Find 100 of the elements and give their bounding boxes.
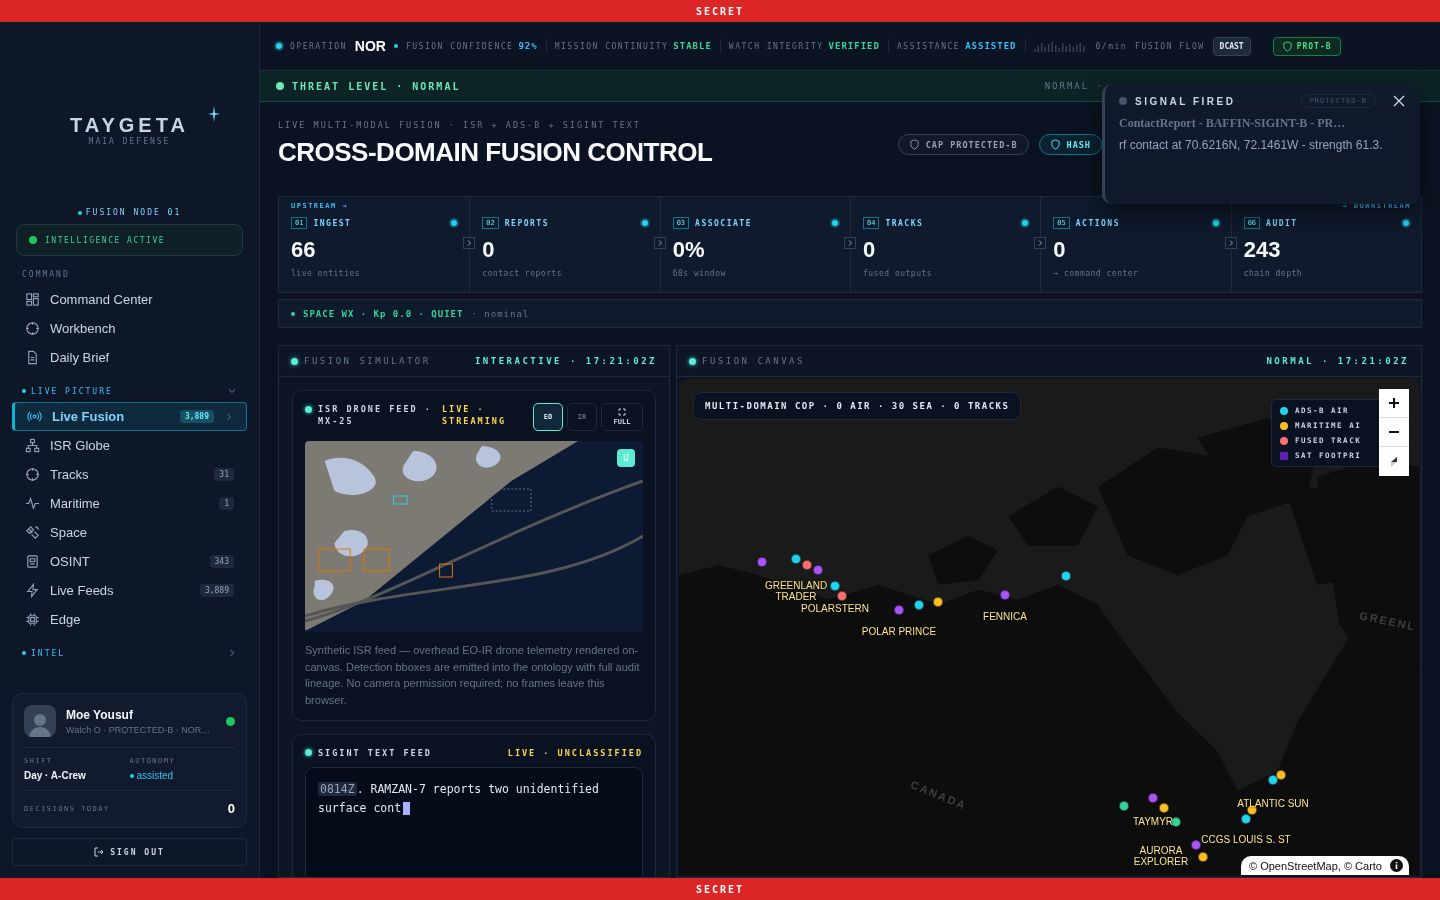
card-status: LIVE · UNCLASSIFIED	[507, 747, 643, 759]
map-marker[interactable]	[1171, 817, 1181, 827]
logo-wordmark: TAYGETA	[70, 114, 189, 137]
stage-caption: 60s window	[672, 269, 727, 278]
stage-caption: contact reports	[482, 269, 564, 278]
chevron-right-icon	[1034, 237, 1047, 249]
status-dot	[1119, 97, 1127, 105]
map-marker[interactable]	[1119, 801, 1129, 811]
document-icon	[25, 350, 40, 365]
space-weather-status: SPACE WX · Kp 0.0 · QUIET	[303, 308, 464, 319]
nav-item[interactable]: Live Fusion 3,889	[12, 402, 247, 431]
section-heading[interactable]: LIVE PICTURE	[31, 386, 113, 396]
status-pill: INTELLIGENCE ACTIVE	[16, 224, 243, 256]
node-label: FUSION NODE 01	[85, 208, 182, 217]
stage-name: REPORTS	[504, 218, 549, 228]
info-icon[interactable]	[1390, 859, 1403, 872]
map-attribution: © OpenStreetMap, © Carto	[1241, 856, 1409, 875]
close-button[interactable]	[1392, 94, 1406, 108]
map-marker[interactable]	[894, 605, 904, 615]
nav-item[interactable]: Maritime 1	[12, 489, 247, 518]
sign-out-button[interactable]: SIGN OUT	[12, 838, 247, 866]
network-icon	[25, 438, 40, 453]
status-dot	[1022, 220, 1029, 226]
field-value: 0	[227, 801, 235, 816]
map-marker[interactable]	[933, 597, 943, 607]
vessel-label: CCGS LOUIS S. ST	[1201, 834, 1291, 845]
classification-banner: SECRET	[0, 878, 1440, 900]
count-badge: 3,889	[179, 410, 214, 423]
metric-value: ASSISTED	[965, 41, 1017, 51]
sigint-text: 0814Z . RAMZAN-7 reports two unidentified surface cont	[305, 767, 643, 877]
broadcast-button[interactable]: DCAST	[1212, 36, 1251, 56]
nav-item[interactable]: Command Center	[12, 285, 247, 314]
stage-caption: chain depth	[1243, 269, 1304, 278]
stage-caption: → command center	[1053, 269, 1140, 278]
vessel-label: TAYMYR	[1132, 816, 1174, 827]
logo-subtitle: MAIA DEFENSE	[88, 137, 171, 146]
map-marker[interactable]	[791, 554, 801, 564]
stage-name: ASSOCIATE	[695, 218, 752, 228]
zoom-in-button[interactable]	[1379, 389, 1409, 418]
nav-item[interactable]: Workbench	[12, 314, 247, 343]
map-marker[interactable]	[802, 560, 812, 570]
map-marker[interactable]	[1276, 770, 1286, 780]
section-heading: COMMAND	[22, 270, 70, 279]
nav-item[interactable]: OSINT 343	[12, 547, 247, 576]
plus-icon	[1388, 397, 1400, 409]
field-value: Day · A-Crew	[24, 770, 87, 781]
stage-value: 0	[482, 237, 496, 263]
pulse-icon	[25, 496, 40, 511]
status-dot	[276, 82, 284, 90]
map-marker[interactable]	[1159, 803, 1169, 813]
nav-item[interactable]: Daily Brief	[12, 343, 247, 372]
status-dot	[689, 357, 696, 365]
overlay-badge: U	[617, 449, 635, 467]
stage-value: 0	[1053, 237, 1067, 263]
toast-title: SIGNAL FIRED	[1135, 95, 1236, 107]
map-marker[interactable]	[1148, 793, 1158, 803]
map-marker[interactable]	[813, 565, 823, 575]
status-dot	[291, 357, 298, 365]
panel-status: INTERACTIVE · 17:21:02Z	[474, 356, 657, 366]
operation-name: NOR	[354, 38, 386, 54]
nav-item[interactable]: Live Feeds 3,889	[12, 576, 247, 605]
panel-title: FUSION SIMULATOR	[304, 356, 431, 366]
map-marker[interactable]	[1000, 590, 1010, 600]
vessel-label: FENNICA	[983, 611, 1027, 622]
map-marker[interactable]	[1241, 814, 1251, 824]
shield-icon	[908, 139, 920, 150]
cop-summary: MULTI-DOMAIN COP · 0 AIR · 30 SEA · 0 TRACKS	[693, 392, 1022, 420]
map-marker[interactable]	[1061, 571, 1071, 581]
shield-icon	[1049, 139, 1061, 150]
nav-item[interactable]: Tracks 31	[12, 460, 247, 489]
status-dot	[641, 220, 648, 226]
nav-item[interactable]: ISR Globe	[12, 431, 247, 460]
satellite-icon	[25, 525, 40, 540]
section-heading[interactable]: INTEL	[31, 648, 66, 658]
map-marker[interactable]	[837, 591, 847, 601]
status-dot	[394, 44, 398, 48]
threat-scale: NORMAL ·	[1044, 81, 1104, 91]
vessel-label: POLARSTERN	[801, 603, 869, 614]
status-dot	[129, 773, 134, 778]
panel-title: FUSION CANVAS	[702, 356, 805, 366]
classification-banner: SECRET	[0, 0, 1440, 22]
crosshair-icon	[25, 321, 40, 336]
space-weather-note: · nominal	[471, 308, 530, 319]
nav-item[interactable]: Space	[12, 518, 247, 547]
map-marker[interactable]	[914, 600, 924, 610]
nav-item[interactable]: Edge	[12, 605, 247, 634]
metric-value: STABLE	[673, 41, 712, 51]
map-marker[interactable]	[1191, 840, 1201, 850]
hash-chip: HASH	[1038, 134, 1102, 155]
map-marker[interactable]	[830, 581, 840, 591]
chevron-right-icon	[653, 237, 666, 249]
map-marker[interactable]	[757, 557, 767, 567]
metric-value: VERIFIED	[828, 41, 880, 51]
map-marker[interactable]	[1198, 852, 1208, 862]
vessel-label: GREENLAND TRADER	[763, 580, 829, 602]
stage-name: TRACKS	[885, 218, 924, 228]
metric-label: MISSION CONTINUITY	[554, 41, 669, 51]
stage-caption: fused outputs	[863, 269, 934, 278]
page-eyebrow: LIVE MULTI-MODAL FUSION · ISR + ADS-B + SIGINT TEXT	[278, 120, 642, 130]
stage-value: 66	[291, 237, 317, 263]
